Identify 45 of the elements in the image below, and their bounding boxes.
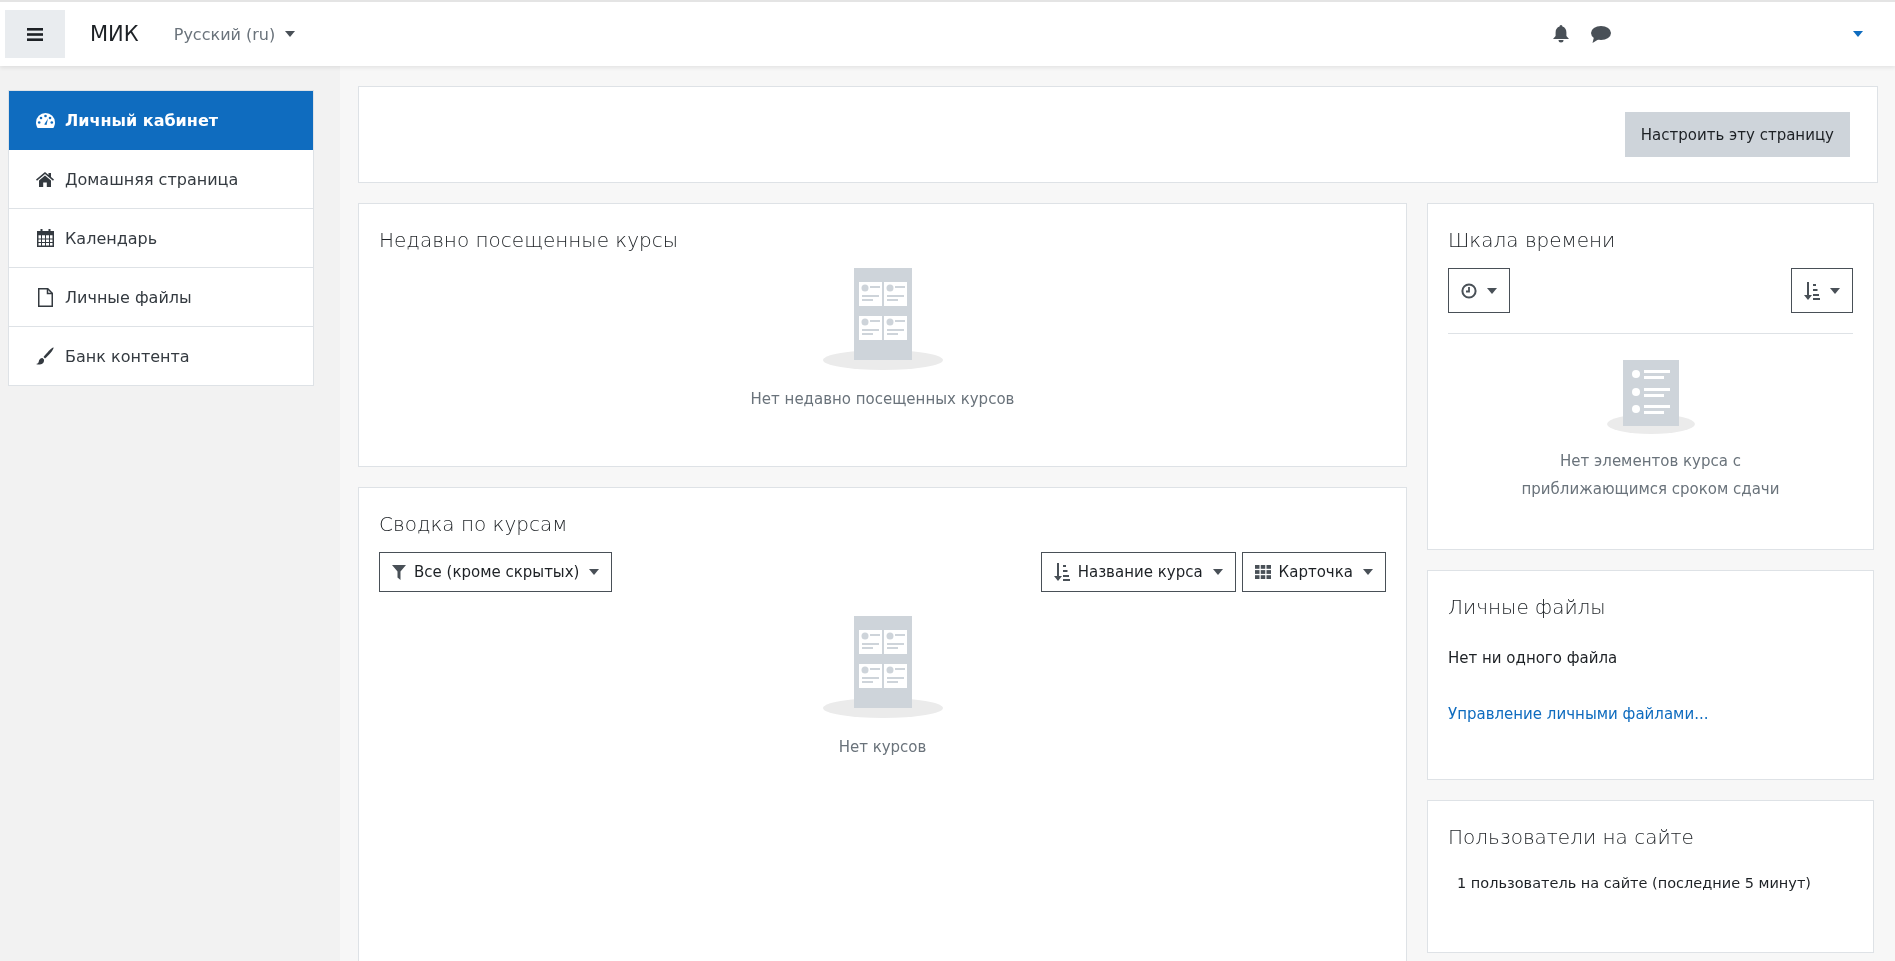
card-title: Личные файлы	[1448, 595, 1606, 619]
sidebar-item[interactable]: Личный кабинет	[9, 91, 313, 150]
filter-icon	[392, 564, 406, 580]
customize-page-button[interactable]: Настроить эту страницу	[1624, 112, 1850, 157]
sidebar-item[interactable]: Домашняя страница	[9, 150, 313, 209]
sort-dropdown[interactable]	[1791, 268, 1853, 313]
caret-icon	[589, 569, 600, 575]
online-users-text: 1 пользователь на сайте (последние 5 минут)	[1457, 875, 1813, 891]
card-title: Шкала времени	[1448, 228, 1616, 252]
sort-icon	[1804, 281, 1820, 300]
sort-dropdown[interactable]: Название курса	[1040, 552, 1236, 592]
card-title: Сводка по курсам	[379, 512, 568, 536]
caret-icon	[1487, 287, 1497, 294]
empty-message: Нет элементов курса с приближающимся сроком сдачи	[1520, 451, 1781, 500]
caret-icon	[1830, 287, 1840, 294]
view-dropdown[interactable]: Карточка	[1241, 552, 1386, 592]
chat-bubble-icon[interactable]	[1591, 25, 1611, 43]
empty-message: Нет ни одного файла	[1448, 649, 1619, 667]
sidebar-item[interactable]: Банк контента	[9, 327, 313, 386]
caret-icon	[285, 31, 296, 37]
caret-icon	[1363, 569, 1373, 575]
empty-message: Нет недавно посещенных курсов	[750, 389, 1015, 410]
language-menu[interactable]: Русский (ru)	[173, 24, 296, 44]
home-icon	[35, 171, 55, 187]
site-name[interactable]: МИК	[90, 22, 139, 46]
caret-icon	[1212, 569, 1223, 575]
grid-icon	[1254, 565, 1271, 579]
card-title: Пользователи на сайте	[1448, 825, 1694, 849]
manage-files-link[interactable]: Управление личными файлами...	[1448, 705, 1709, 723]
sidebar-item[interactable]: Календарь	[9, 209, 313, 268]
gauge-icon	[35, 112, 55, 128]
date-filter-dropdown[interactable]	[1448, 268, 1510, 313]
brush-icon	[35, 347, 55, 365]
file-icon	[35, 287, 55, 307]
menu-button[interactable]	[5, 10, 65, 58]
sidebar-item[interactable]: Личные файлы	[9, 268, 313, 327]
calendar-icon	[35, 229, 55, 247]
sort-icon	[1053, 563, 1070, 581]
notifications-icon[interactable]	[1553, 25, 1569, 43]
empty-message: Нет курсов	[838, 737, 927, 758]
clock-icon	[1461, 282, 1477, 299]
card-title: Недавно посещенные курсы	[379, 228, 679, 252]
filter-dropdown[interactable]: Все (кроме скрытых)	[379, 552, 613, 592]
menu-icon	[27, 27, 43, 41]
user-menu-caret-icon[interactable]	[1853, 31, 1863, 37]
